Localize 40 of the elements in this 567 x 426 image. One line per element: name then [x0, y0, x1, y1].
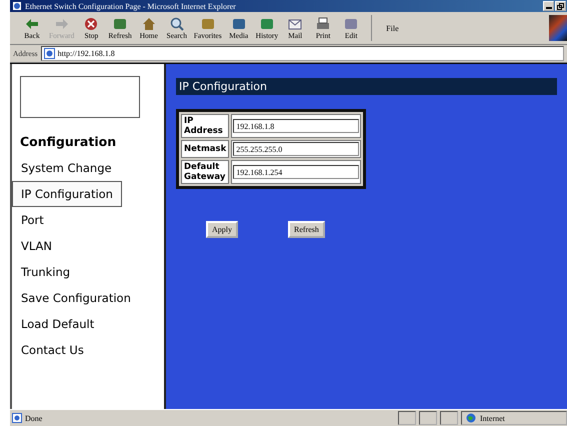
- sidebar-link[interactable]: Trunking: [12, 259, 80, 285]
- restore-button[interactable]: [555, 1, 566, 11]
- sidebar-link[interactable]: Contact Us: [12, 337, 93, 363]
- status-pane: [440, 411, 458, 425]
- sidebar-link[interactable]: VLAN: [12, 233, 62, 259]
- print-icon: [315, 16, 332, 30]
- status-pane: [398, 411, 416, 425]
- panel-title: IP Configuration: [176, 78, 557, 95]
- file-menu[interactable]: File: [378, 24, 407, 32]
- zone-text: Internet: [480, 414, 505, 422]
- stop-icon: [83, 16, 100, 30]
- field-label: IP Address: [181, 114, 230, 138]
- form-button[interactable]: Refresh: [288, 221, 325, 238]
- back-icon: [24, 16, 40, 30]
- mail-icon: [287, 16, 304, 30]
- field-label: Default Gateway: [181, 160, 230, 184]
- address-field[interactable]: http://192.168.1.8: [40, 46, 564, 61]
- minimize-button[interactable]: [543, 1, 554, 11]
- restore-icon: [557, 2, 564, 10]
- sidebar-link[interactable]: Load Default: [12, 311, 104, 337]
- sidebar-link[interactable]: IP Configuration: [12, 181, 122, 207]
- input-field[interactable]: 192.168.1.254: [233, 165, 360, 179]
- status-pane: [419, 411, 437, 425]
- field-label: Netmask: [181, 140, 230, 158]
- page-icon: [44, 48, 55, 59]
- home-icon: [140, 16, 157, 30]
- sidebar-link[interactable]: Save Configuration: [12, 285, 140, 311]
- sidebar-link[interactable]: System Change: [12, 155, 121, 181]
- form-button[interactable]: Apply: [206, 221, 238, 238]
- input-field[interactable]: 255.255.255.0: [233, 142, 360, 156]
- window-title: Ethernet Switch Configuration Page - Microsoft Internet Explorer: [25, 2, 237, 10]
- search-icon: [168, 16, 185, 30]
- globe-icon: [466, 413, 476, 423]
- input-field[interactable]: 192.168.1.8: [233, 119, 360, 133]
- sidebar-link[interactable]: Port: [12, 207, 53, 233]
- browser-icon: [12, 1, 22, 11]
- forward-icon: [54, 16, 70, 30]
- page-icon: [12, 413, 22, 423]
- sidebar-heading: Configuration: [19, 133, 118, 151]
- status-text: Done: [25, 414, 44, 422]
